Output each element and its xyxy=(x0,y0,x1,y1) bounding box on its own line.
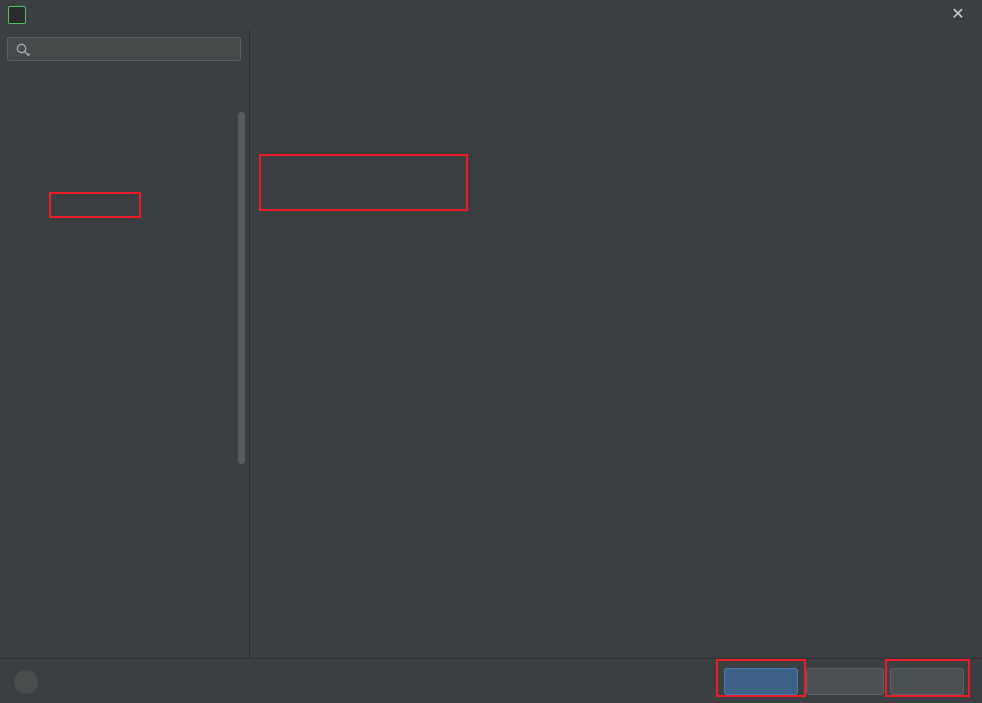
settings-main-panel xyxy=(251,30,982,658)
help-button[interactable] xyxy=(14,670,38,694)
cancel-button[interactable] xyxy=(806,668,884,695)
title-bar: ✕ xyxy=(0,0,982,30)
settings-tree xyxy=(0,68,249,658)
search-box[interactable] xyxy=(7,37,241,61)
sidebar-scrollbar-track[interactable] xyxy=(238,70,247,654)
settings-dialog: ✕ xyxy=(0,0,982,703)
apply-button[interactable] xyxy=(890,668,964,695)
search-input[interactable] xyxy=(36,40,236,59)
close-icon[interactable]: ✕ xyxy=(948,5,968,25)
pycharm-icon xyxy=(8,6,26,24)
search-icon xyxy=(15,42,31,58)
ok-button[interactable] xyxy=(724,668,798,695)
sidebar-scrollbar-thumb[interactable] xyxy=(238,112,245,464)
settings-sidebar xyxy=(0,30,250,658)
dialog-footer xyxy=(0,658,982,703)
